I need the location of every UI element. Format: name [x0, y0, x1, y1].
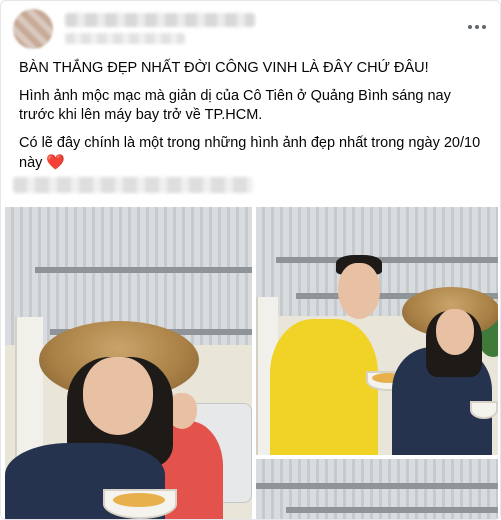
man-yellow-shirt	[270, 319, 378, 455]
post-headline: BÀN THẮNG ĐẸP NHẤT ĐỜI CÔNG VINH LÀ ĐÂY …	[19, 60, 429, 76]
noodle-bowl	[470, 401, 498, 419]
author-name-blurred[interactable]	[65, 13, 255, 27]
roof-beam	[276, 257, 498, 263]
photo-woman-conical-hat[interactable]	[5, 207, 252, 519]
post-meta-blurred	[65, 33, 185, 44]
more-dot	[468, 25, 472, 29]
post-paragraph-2-text: Có lẽ đây chính là một trong những hình …	[19, 135, 481, 171]
post-paragraph-1: Hình ảnh mộc mạc mà giản dị của Cô Tiên …	[19, 88, 451, 123]
noodles	[113, 493, 165, 507]
post-header	[13, 9, 490, 49]
roof-beam	[35, 267, 252, 273]
photo-couple[interactable]	[256, 207, 498, 455]
post-paragraph-2: Có lẽ đây chính là một trong những hình …	[19, 134, 489, 173]
more-dot	[475, 25, 479, 29]
heart-emoji-icon: ❤️	[46, 154, 66, 171]
roof-beam	[286, 507, 498, 513]
tagged-line-blurred	[13, 177, 253, 193]
avatar-blurred[interactable]	[13, 9, 53, 49]
man-face	[338, 263, 380, 319]
more-dot	[482, 25, 486, 29]
facebook-post: BÀN THẮNG ĐẸP NHẤT ĐỜI CÔNG VINH LÀ ĐÂY …	[0, 0, 501, 520]
photo-roof[interactable]	[256, 459, 498, 519]
woman-face	[436, 309, 474, 355]
roof-beam	[256, 483, 498, 489]
post-text: BÀN THẮNG ĐẸP NHẤT ĐỜI CÔNG VINH LÀ ĐÂY …	[19, 59, 489, 182]
woman-face	[83, 357, 153, 435]
more-options-icon[interactable]	[464, 17, 490, 37]
photo-grid	[5, 207, 498, 519]
